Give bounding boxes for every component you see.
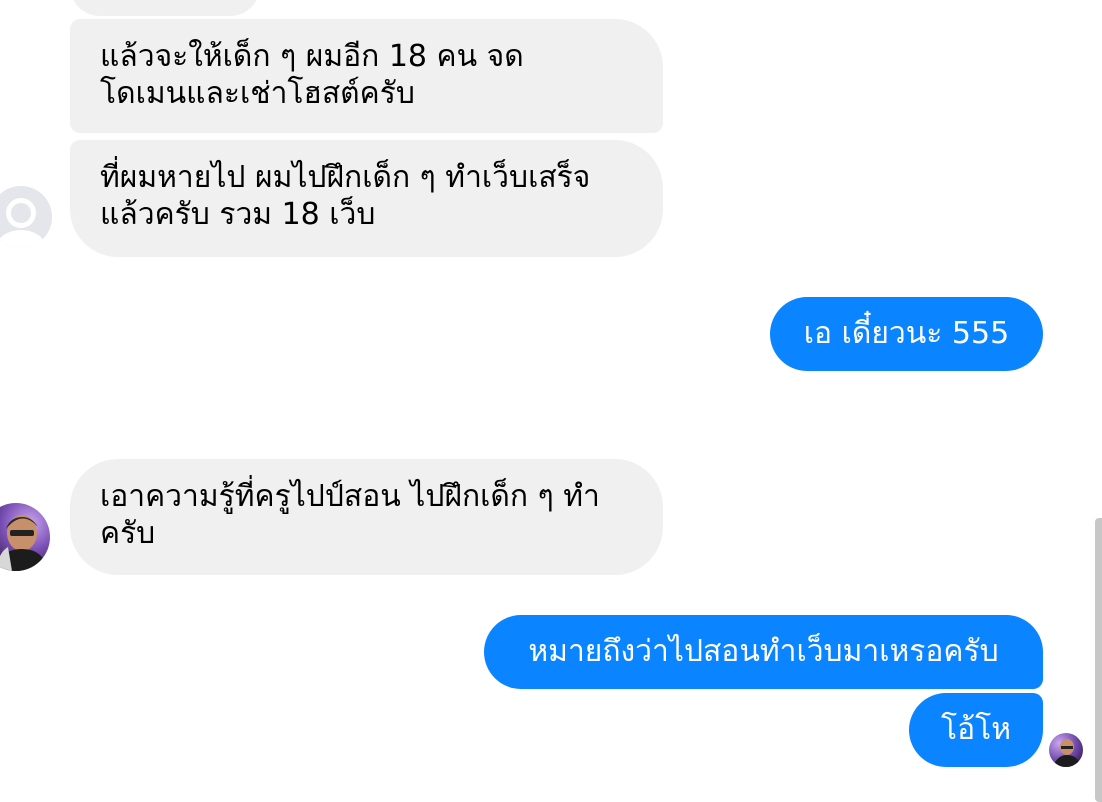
read-receipt-avatar-icon (1049, 733, 1083, 767)
scrollbar-thumb[interactable] (1095, 518, 1102, 802)
incoming-message-bubble[interactable]: แล้วจะให้เด็ก ๆ ผมอีก 18 คน จด โดเมนและเ… (70, 19, 663, 133)
outgoing-message-bubble[interactable]: โอ้โห (909, 693, 1043, 767)
incoming-message-bubble[interactable]: ที่ผมหายไป ผมไปฝึกเด็ก ๆ ทำเว็บเสร็จ แล้… (70, 140, 663, 257)
sender-avatar[interactable] (0, 503, 50, 571)
sender-avatar[interactable] (0, 186, 52, 248)
incoming-message-bubble[interactable]: เอาความรู้ที่ครูไปป์สอน ไปฝึกเด็ก ๆ ทำ ค… (70, 459, 663, 575)
read-receipt-avatar (1049, 733, 1083, 767)
previous-message-bubble-edge (70, 0, 260, 16)
outgoing-message-bubble[interactable]: หมายถึงว่าไปสอนทำเว็บมาเหรอครับ (484, 615, 1043, 689)
contact-photo-avatar (0, 503, 50, 571)
outgoing-message-bubble[interactable]: เอ เดี๋ยวนะ 555 (770, 297, 1043, 371)
messenger-chat-thread: แล้วจะให้เด็ก ๆ ผมอีก 18 คน จด โดเมนและเ… (0, 0, 1102, 802)
default-avatar-icon (0, 186, 52, 248)
